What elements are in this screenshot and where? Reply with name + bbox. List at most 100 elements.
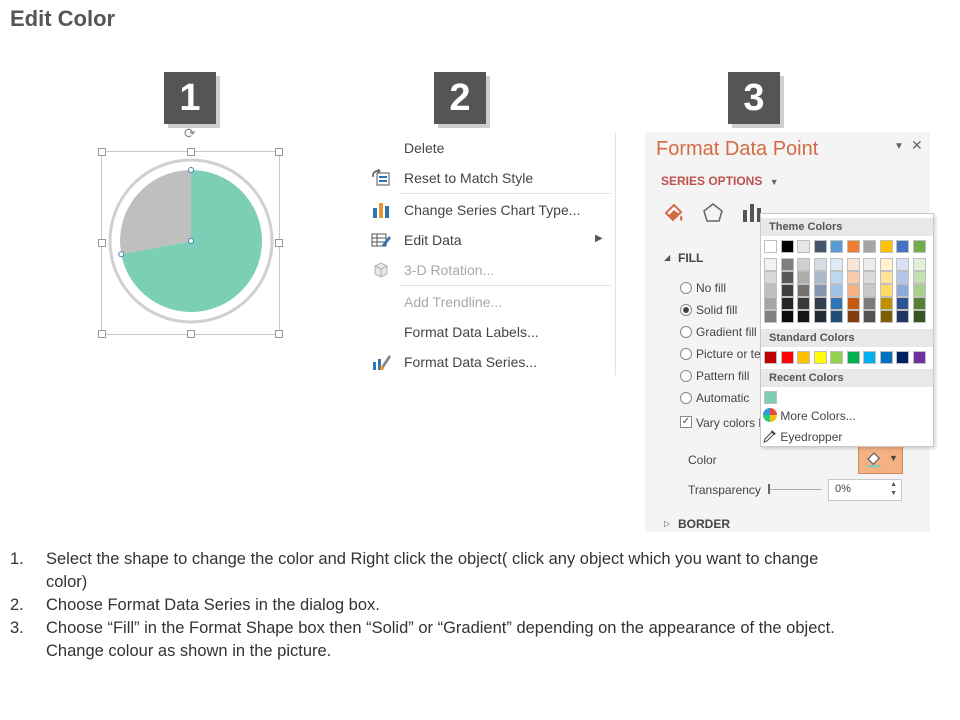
fill-line-tab-icon[interactable] [662,201,686,225]
fill-color-button[interactable]: ▼ [858,446,903,474]
theme-color-swatch[interactable] [879,240,893,253]
theme-shade-swatch[interactable] [813,297,827,310]
expand-arrow-icon[interactable]: ▷ [664,519,670,528]
theme-color-swatch[interactable] [830,240,843,253]
menu-item-add-trendline[interactable]: Add Trendline... [363,289,613,315]
theme-shade-swatch[interactable] [813,258,827,271]
theme-shade-swatch[interactable] [797,284,810,297]
standard-color-swatch[interactable] [912,351,926,364]
theme-shade-swatch[interactable] [912,271,926,284]
theme-shade-swatch[interactable] [780,284,794,297]
theme-shade-swatch[interactable] [896,297,909,310]
more-colors-link[interactable]: More Colors... [763,408,856,423]
theme-shade-swatch[interactable] [780,258,794,271]
standard-color-swatch[interactable] [813,351,827,364]
theme-shade-swatch[interactable] [813,284,827,297]
theme-shade-swatch[interactable] [863,310,876,323]
standard-color-swatch[interactable] [830,351,843,364]
theme-shade-swatch[interactable] [846,297,860,310]
theme-shade-swatch[interactable] [764,271,777,284]
resize-handle[interactable] [187,330,195,338]
theme-shade-swatch[interactable] [896,310,909,323]
theme-shade-swatch[interactable] [846,310,860,323]
radio-automatic[interactable] [680,392,692,404]
radio-gradient-fill[interactable] [680,326,692,338]
theme-color-swatch[interactable] [912,240,926,253]
theme-shade-swatch[interactable] [830,271,843,284]
collapse-arrow-icon[interactable]: ◢ [664,253,670,262]
theme-shade-swatch[interactable] [863,258,876,271]
theme-shade-swatch[interactable] [764,258,777,271]
rotate-handle-icon[interactable]: ⟳ [184,125,196,142]
resize-handle[interactable] [275,239,283,247]
pie-slice[interactable] [120,170,191,255]
transparency-input[interactable]: 0% ▲ ▼ [828,479,902,501]
close-icon[interactable]: ✕ [911,137,923,154]
theme-shade-swatch[interactable] [912,284,926,297]
theme-shade-swatch[interactable] [879,310,893,323]
standard-color-swatch[interactable] [879,351,893,364]
radio-picture-fill[interactable] [680,348,692,360]
theme-shade-swatch[interactable] [846,284,860,297]
theme-shade-swatch[interactable] [863,271,876,284]
standard-color-swatch[interactable] [797,351,810,364]
theme-shade-swatch[interactable] [879,258,893,271]
menu-item-3d-rotation[interactable]: 3-D Rotation... [363,257,613,283]
theme-shade-swatch[interactable] [797,297,810,310]
radio-solid-fill[interactable] [680,304,692,316]
recent-color-swatch[interactable] [764,391,777,404]
slice-selection-point[interactable] [188,238,194,244]
vary-colors-checkbox[interactable]: ✓ [680,416,692,428]
fill-section-header[interactable]: FILL [678,251,703,265]
menu-item-reset-style[interactable]: Reset to Match Style [363,165,613,191]
series-options-dropdown[interactable]: SERIES OPTIONS ▼ [661,174,779,188]
theme-shade-swatch[interactable] [797,271,810,284]
theme-shade-swatch[interactable] [830,258,843,271]
theme-shade-swatch[interactable] [830,284,843,297]
effects-tab-icon[interactable] [701,201,725,225]
standard-color-swatch[interactable] [764,351,777,364]
menu-item-delete[interactable]: Delete [363,135,613,161]
theme-shade-swatch[interactable] [912,258,926,271]
menu-item-edit-data[interactable]: Edit Data ▶ [363,227,613,253]
slice-selection-point[interactable] [118,251,125,258]
resize-handle[interactable] [98,330,106,338]
resize-handle[interactable] [275,148,283,156]
standard-color-swatch[interactable] [863,351,876,364]
theme-color-swatch[interactable] [813,240,827,253]
menu-item-format-data-labels[interactable]: Format Data Labels... [363,319,613,345]
theme-shade-swatch[interactable] [813,271,827,284]
theme-shade-swatch[interactable] [896,258,909,271]
slice-selection-point[interactable] [188,167,194,173]
theme-color-swatch[interactable] [764,240,777,253]
radio-no-fill[interactable] [680,282,692,294]
theme-shade-swatch[interactable] [780,310,794,323]
theme-shade-swatch[interactable] [764,284,777,297]
transparency-slider-track[interactable] [770,489,822,490]
standard-color-swatch[interactable] [846,351,860,364]
theme-shade-swatch[interactable] [863,297,876,310]
theme-shade-swatch[interactable] [879,297,893,310]
resize-handle[interactable] [98,239,106,247]
theme-shade-swatch[interactable] [830,297,843,310]
theme-shade-swatch[interactable] [863,284,876,297]
resize-handle[interactable] [98,148,106,156]
eyedropper-link[interactable]: Eyedropper [763,429,842,444]
theme-shade-swatch[interactable] [896,284,909,297]
theme-shade-swatch[interactable] [912,310,926,323]
theme-color-swatch[interactable] [797,240,810,253]
menu-item-change-chart-type[interactable]: Change Series Chart Type... [363,197,613,223]
pane-menu-chevron-icon[interactable]: ▼ [894,141,904,152]
theme-shade-swatch[interactable] [813,310,827,323]
theme-shade-swatch[interactable] [764,310,777,323]
theme-shade-swatch[interactable] [830,310,843,323]
theme-shade-swatch[interactable] [896,271,909,284]
theme-shade-swatch[interactable] [764,297,777,310]
theme-shade-swatch[interactable] [879,284,893,297]
theme-shade-swatch[interactable] [912,297,926,310]
theme-shade-swatch[interactable] [846,258,860,271]
resize-handle[interactable] [187,148,195,156]
resize-handle[interactable] [275,330,283,338]
theme-color-swatch[interactable] [846,240,860,253]
theme-shade-swatch[interactable] [846,271,860,284]
